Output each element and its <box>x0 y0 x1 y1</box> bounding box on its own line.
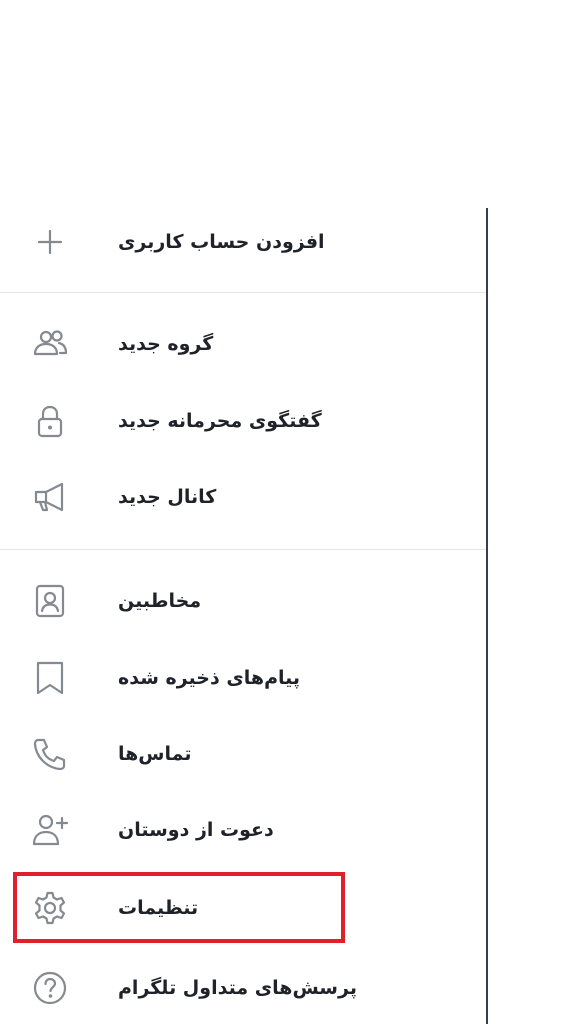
menu-item-label: پیام‌های ذخیره شده <box>118 667 301 689</box>
menu-item-invite-friends[interactable]: دعوت از دوستان <box>0 798 486 862</box>
megaphone-icon <box>30 477 70 517</box>
gear-icon <box>30 888 70 928</box>
menu-item-add-account[interactable]: افزودن حساب کاربری <box>0 210 486 274</box>
menu-item-label: مخاطبین <box>118 590 202 612</box>
menu-item-label: کانال جدید <box>118 486 217 508</box>
menu-item-new-secret-chat[interactable]: گفتگوی محرمانه جدید <box>0 389 486 453</box>
bookmark-icon <box>30 658 70 698</box>
menu-item-label: گروه جدید <box>118 333 214 355</box>
question-circle-icon <box>30 968 70 1008</box>
plus-icon <box>30 222 70 262</box>
menu-item-label: دعوت از دوستان <box>118 819 274 841</box>
divider <box>0 292 486 293</box>
menu-item-label: گفتگوی محرمانه جدید <box>118 410 322 432</box>
screen: افزودن حساب کاربری گروه جدید گفتگوی محرم… <box>0 0 576 1024</box>
drawer-edge <box>486 208 488 1024</box>
menu-item-settings[interactable]: تنظیمات <box>0 876 486 940</box>
menu-item-label: تماس‌ها <box>118 743 192 765</box>
menu-item-new-channel[interactable]: کانال جدید <box>0 465 486 529</box>
menu-item-label: پرسش‌های متداول تلگرام <box>118 977 357 999</box>
lock-icon <box>30 401 70 441</box>
menu-item-saved-messages[interactable]: پیام‌های ذخیره شده <box>0 646 486 710</box>
add-person-icon <box>30 810 70 850</box>
divider <box>0 549 486 550</box>
menu-item-new-group[interactable]: گروه جدید <box>0 312 486 376</box>
menu-item-label: افزودن حساب کاربری <box>118 231 325 253</box>
side-drawer: افزودن حساب کاربری گروه جدید گفتگوی محرم… <box>0 0 486 1024</box>
phone-icon <box>30 734 70 774</box>
people-icon <box>30 324 70 364</box>
menu-item-contacts[interactable]: مخاطبین <box>0 569 486 633</box>
menu-item-calls[interactable]: تماس‌ها <box>0 722 486 786</box>
menu-item-faq[interactable]: پرسش‌های متداول تلگرام <box>0 956 486 1020</box>
menu-item-label: تنظیمات <box>118 897 199 919</box>
contact-card-icon <box>30 581 70 621</box>
